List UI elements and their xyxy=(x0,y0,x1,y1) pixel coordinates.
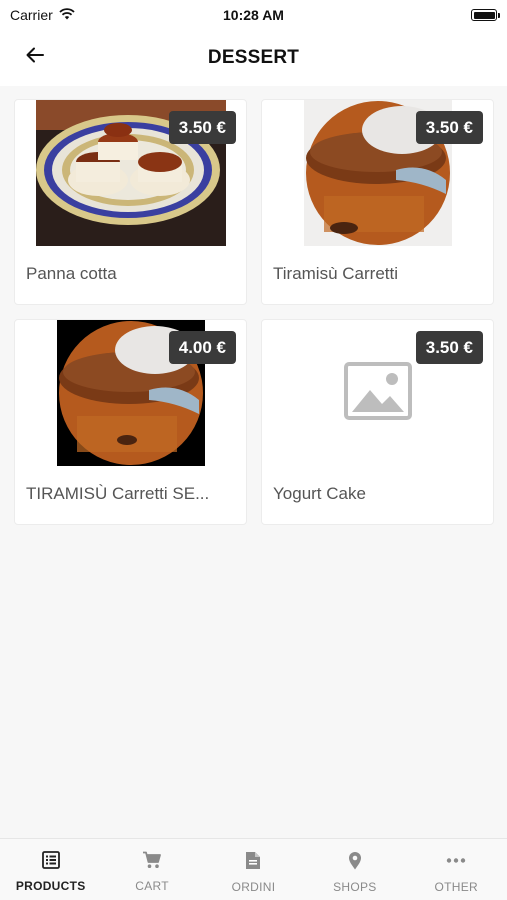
product-grid: 3.50 € Panna cotta 3.50 € Tiramisù Carre… xyxy=(14,99,494,525)
list-icon xyxy=(41,851,60,874)
placeholder-image-icon xyxy=(343,361,412,425)
back-button[interactable] xyxy=(22,44,48,70)
arrow-left-icon xyxy=(26,47,44,68)
product-card[interactable]: 4.00 € TIRAMISÙ Carretti SE... xyxy=(14,319,247,525)
price-badge: 3.50 € xyxy=(415,111,483,144)
cart-icon xyxy=(142,851,162,874)
status-time: 10:28 AM xyxy=(223,7,284,23)
status-bar: Carrier 10:28 AM xyxy=(0,0,507,30)
wifi-icon xyxy=(59,7,75,23)
price-badge: 3.50 € xyxy=(415,331,483,364)
more-icon xyxy=(445,851,467,875)
nav-item-shops[interactable]: SHOPS xyxy=(310,851,400,894)
battery-icon xyxy=(471,9,500,21)
nav-label: SHOPS xyxy=(333,880,377,894)
nav-item-products[interactable]: PRODUCTS xyxy=(6,851,96,893)
product-name: Yogurt Cake xyxy=(273,484,366,503)
nav-label: CART xyxy=(135,879,169,893)
nav-item-cart[interactable]: CART xyxy=(107,851,197,893)
product-name: Panna cotta xyxy=(26,264,117,283)
nav-label: ORDINI xyxy=(231,880,276,894)
page-title: DESSERT xyxy=(207,47,300,68)
product-name: Tiramisù Carretti xyxy=(273,264,398,283)
bottom-nav: PRODUCTS CART ORDINI SHOPS OTHER xyxy=(0,838,507,900)
product-card[interactable]: 3.50 € Tiramisù Carretti xyxy=(261,99,494,305)
nav-item-other[interactable]: OTHER xyxy=(411,851,501,894)
price-badge: 3.50 € xyxy=(168,111,236,144)
price-badge: 4.00 € xyxy=(168,331,236,364)
nav-item-ordini[interactable]: ORDINI xyxy=(208,851,298,894)
nav-label: OTHER xyxy=(434,880,478,894)
product-name: TIRAMISÙ Carretti SE... xyxy=(26,484,210,503)
product-card[interactable]: 3.50 € Panna cotta xyxy=(14,99,247,305)
nav-label: PRODUCTS xyxy=(15,879,86,893)
document-icon xyxy=(245,851,261,875)
carrier-label: Carrier xyxy=(10,7,53,23)
location-pin-icon xyxy=(348,851,362,875)
header: DESSERT xyxy=(0,30,507,86)
product-card[interactable]: 3.50 € Yogurt Cake xyxy=(261,319,494,525)
